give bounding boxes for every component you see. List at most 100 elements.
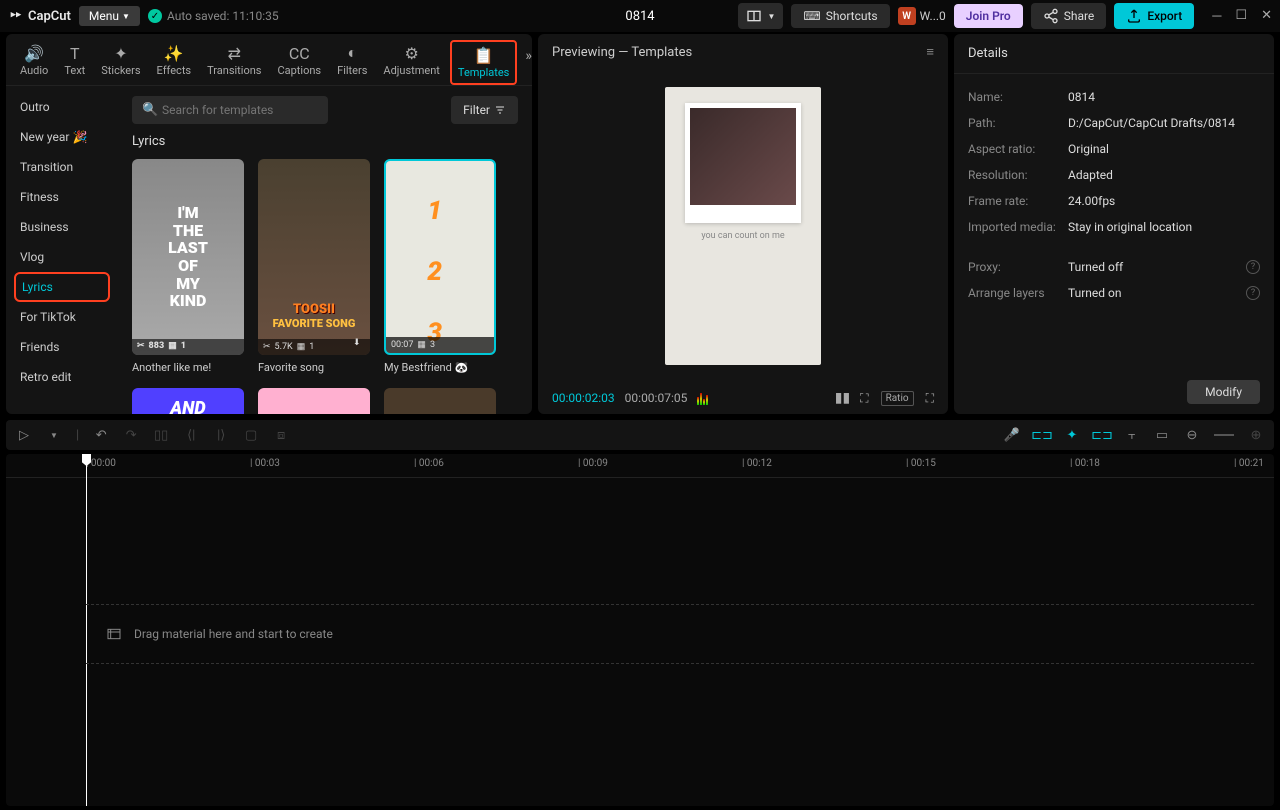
template-card[interactable] xyxy=(384,388,496,414)
delete-icon[interactable]: ▢ xyxy=(243,427,259,443)
zoom-out-icon[interactable]: ⊖ xyxy=(1184,427,1200,443)
sidebar-item-retroedit[interactable]: Retro edit xyxy=(6,362,118,392)
redo-icon[interactable]: ↷ xyxy=(123,427,139,443)
shortcuts-button[interactable]: ⌨ Shortcuts xyxy=(791,4,889,28)
preview-title: Previewing — Templates xyxy=(552,45,692,60)
sidebar-item-friends[interactable]: Friends xyxy=(6,332,118,362)
preview-canvas[interactable]: you can count on me xyxy=(538,70,948,382)
detail-label: Resolution: xyxy=(968,168,1068,182)
filter-button[interactable]: Filter xyxy=(451,96,518,124)
tab-captions[interactable]: CCCaptions xyxy=(271,40,327,81)
sidebar-item-fitness[interactable]: Fitness xyxy=(6,182,118,212)
minimize-button[interactable]: ─ xyxy=(1212,8,1221,24)
tab-adjustment[interactable]: ⚙Adjustment xyxy=(377,40,446,81)
crop-icon[interactable]: ⛶ xyxy=(860,391,868,406)
audio-levels-icon xyxy=(697,391,708,405)
detail-value: D:/CapCut/CapCut Drafts/0814 xyxy=(1068,116,1260,130)
effects-icon: ✨ xyxy=(165,44,183,62)
join-pro-button[interactable]: Join Pro xyxy=(954,4,1023,28)
sidebar-item-vlog[interactable]: Vlog xyxy=(6,242,118,272)
template-card[interactable] xyxy=(258,388,370,414)
ratio-button[interactable]: Ratio xyxy=(881,391,914,406)
user-info[interactable]: W W...0 xyxy=(898,7,946,25)
zoom-slider[interactable] xyxy=(1214,434,1234,436)
pause-button[interactable]: ▮▮ xyxy=(835,390,850,406)
modify-button[interactable]: Modify xyxy=(1187,380,1260,404)
fullscreen-icon[interactable]: ⛶ xyxy=(926,391,934,406)
info-icon[interactable]: ? xyxy=(1246,286,1260,300)
detail-value: Stay in original location xyxy=(1068,220,1260,234)
time-total: 00:00:07:05 xyxy=(625,391,688,405)
sidebar-item-fortiktok[interactable]: For TikTok xyxy=(6,302,118,332)
timeline-dropzone[interactable]: Drag material here and start to create xyxy=(86,604,1254,664)
close-button[interactable]: ✕ xyxy=(1261,8,1272,24)
detail-value: Turned on xyxy=(1068,286,1246,300)
ruler-mark: | 00:03 xyxy=(250,458,280,469)
info-icon[interactable]: ? xyxy=(1246,260,1260,274)
trim-left-icon[interactable]: ⟨| xyxy=(183,427,199,443)
detail-value: 24.00fps xyxy=(1068,194,1260,208)
tab-stickers[interactable]: ✦Stickers xyxy=(95,40,146,81)
search-icon: 🔍 xyxy=(142,103,158,118)
zoom-in-icon[interactable]: ⊕ xyxy=(1248,427,1264,443)
captions-icon: CC xyxy=(290,44,308,62)
detail-label: Path: xyxy=(968,116,1068,130)
detail-label: Frame rate: xyxy=(968,194,1068,208)
layout-button[interactable]: ▼ xyxy=(738,3,783,29)
more-tabs-icon[interactable]: » xyxy=(521,40,536,72)
download-icon[interactable]: ⬇ xyxy=(353,338,367,352)
sidebar-item-lyrics[interactable]: Lyrics xyxy=(14,272,110,302)
split-icon[interactable]: ▯▯ xyxy=(153,427,169,443)
section-title: Lyrics xyxy=(132,134,518,149)
detail-label: Imported media: xyxy=(968,220,1068,234)
audio-icon: 🔊 xyxy=(25,44,43,62)
time-current: 00:00:02:03 xyxy=(552,391,615,405)
preview-menu-icon[interactable]: ≡ xyxy=(926,44,934,60)
ruler-mark: | 00:15 xyxy=(906,458,936,469)
undo-icon[interactable]: ↶ xyxy=(93,427,109,443)
tab-filters[interactable]: ◐Filters xyxy=(331,40,373,81)
sidebar-item-outro[interactable]: Outro xyxy=(6,92,118,122)
tab-templates[interactable]: 📋Templates xyxy=(450,40,517,85)
search-input[interactable] xyxy=(132,96,328,124)
ruler-mark: | 00:21 xyxy=(1234,458,1264,469)
crop-tool-icon[interactable]: ⧈ xyxy=(273,427,289,443)
detail-value: 0814 xyxy=(1068,90,1260,104)
transitions-icon: ⇄ xyxy=(225,44,243,62)
export-button[interactable]: Export xyxy=(1114,3,1194,29)
link-icon[interactable]: ⊏⊐ xyxy=(1094,427,1110,443)
snap-icon[interactable]: ✦ xyxy=(1064,427,1080,443)
detail-label: Aspect ratio: xyxy=(968,142,1068,156)
trim-right-icon[interactable]: |⟩ xyxy=(213,427,229,443)
detail-value: Original xyxy=(1068,142,1260,156)
project-title: 0814 xyxy=(625,9,654,24)
filters-icon: ◐ xyxy=(343,44,361,62)
share-button[interactable]: Share xyxy=(1031,3,1107,29)
align-icon[interactable]: ⫟ xyxy=(1124,427,1140,443)
detail-value: Turned off xyxy=(1068,260,1246,274)
sidebar-item-transition[interactable]: Transition xyxy=(6,152,118,182)
app-logo: CapCut xyxy=(8,8,71,24)
tab-text[interactable]: TText xyxy=(58,40,91,81)
adjustment-icon: ⚙ xyxy=(403,44,421,62)
template-card[interactable]: 1 2 3 00:07 ▦3 My Bestfriend 🐼 xyxy=(384,159,496,374)
template-card[interactable]: TOOSII FAVORITE SONG ✂5.7K ▦1⬇ Favorite … xyxy=(258,159,370,374)
ruler-mark: | 00:12 xyxy=(742,458,772,469)
preview-tl-icon[interactable]: ▭ xyxy=(1154,427,1170,443)
maximize-button[interactable]: ☐ xyxy=(1235,8,1247,24)
text-icon: T xyxy=(66,44,84,62)
tab-transitions[interactable]: ⇄Transitions xyxy=(201,40,267,81)
sidebar-item-business[interactable]: Business xyxy=(6,212,118,242)
tab-effects[interactable]: ✨Effects xyxy=(151,40,198,81)
ruler-mark: | 00:18 xyxy=(1070,458,1100,469)
pointer-tool-icon[interactable]: ▷ xyxy=(16,427,32,443)
magnet-icon[interactable]: ⊏⊐ xyxy=(1034,427,1050,443)
templates-icon: 📋 xyxy=(475,46,493,64)
chevron-down-icon[interactable]: ▼ xyxy=(46,427,62,443)
tab-audio[interactable]: 🔊Audio xyxy=(14,40,54,81)
template-card[interactable]: I'M THE LAST OF MY KIND ✂883 ▦1 Another … xyxy=(132,159,244,374)
mic-icon[interactable]: 🎤 xyxy=(1004,427,1020,443)
sidebar-item-newyear[interactable]: New year 🎉 xyxy=(6,122,118,152)
template-card[interactable]: AND xyxy=(132,388,244,414)
menu-button[interactable]: Menu ▼ xyxy=(79,6,140,26)
